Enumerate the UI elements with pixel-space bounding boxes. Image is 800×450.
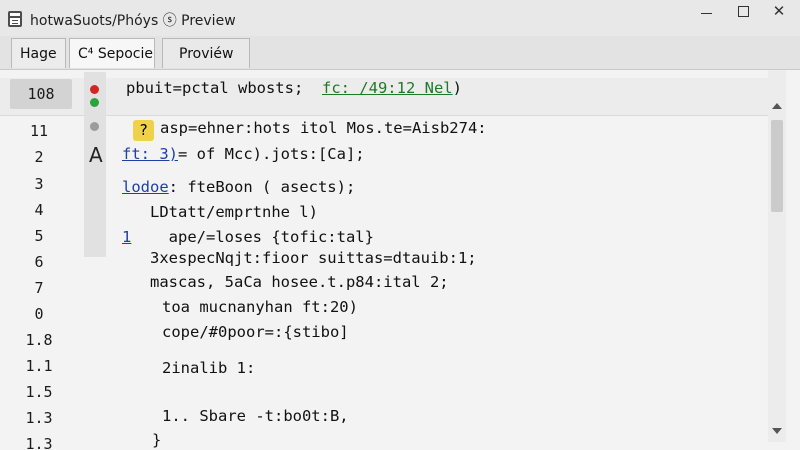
current-line-number: 108 [10,79,72,109]
line-number: 1.1 [25,357,53,375]
current-line-code[interactable]: pbuit=pctal wbosts; fc: /49:12 Nel) [126,79,462,97]
tab-sepocie[interactable]: C⁴ Sepocie [69,38,155,68]
idle-dot-icon[interactable] [90,122,99,131]
code-line[interactable]: ft: 3)= of Mcc).jots:[Ca]; [122,145,365,163]
code-line[interactable]: toa mucnanyhan ft:20) [162,298,358,316]
tab-preview[interactable]: Proviéw [162,38,250,68]
code-line[interactable]: lodoe: fteBoon ( asects); [122,178,355,196]
scroll-up-icon[interactable] [772,103,782,109]
fold-marker-icon[interactable]: A [89,143,103,167]
code-token: ape/=loses {tofic:tal} [168,228,374,246]
line-number: 0 [34,305,44,323]
code-line[interactable]: 1.. Sbare -t:bo0t:B, [162,407,349,425]
line-number: 4 [34,201,44,219]
tab-bar: Hage C⁴ Sepocie Proviéw [0,36,800,70]
warning-marker-icon[interactable]: ? [133,120,154,141]
code-line[interactable]: asp=ehner:hots itol Mos.te=Aisb274: [160,119,487,137]
maximize-icon [737,5,749,17]
code-line[interactable]: mascas, 5aCa hosee.t.p84:ital 2; [150,273,449,291]
minimize-button[interactable] [689,0,723,22]
line-number: 1.3 [25,409,53,427]
vertical-scrollbar[interactable] [768,70,786,442]
window-title: hotwaSuots/Phóys ⓢ Preview [30,13,236,29]
ok-dot-icon[interactable] [90,98,99,107]
current-line-comment: fc: /49:12 Nel [321,79,453,97]
error-dot-icon[interactable] [90,85,99,94]
maximize-button[interactable] [726,0,760,22]
code-token: 1 [122,228,132,246]
close-icon: ✕ [772,2,786,20]
line-number: 1.3 [25,435,53,450]
line-number: 7 [34,279,44,297]
code-line[interactable]: 2inalib 1: [162,359,255,377]
scrollbar-thumb[interactable] [771,120,783,212]
code-token: lodoe [122,178,169,196]
tab-hage[interactable]: Hage [11,38,66,68]
minimize-icon [700,12,712,14]
code-line[interactable]: 1 ape/=loses {tofic:tal} [122,228,374,246]
title-bar: hotwaSuots/Phóys ⓢ Preview ✕ [0,0,800,36]
code-line[interactable]: cope/#0poor=:{stibo] [162,323,349,341]
code-line[interactable]: 3xespecNqjt:fioor suittas=dtauib:1; [150,249,477,267]
code-line[interactable]: LDtatt/emprtnhe l) [150,203,318,221]
line-number: 2 [34,148,44,166]
code-token: ft: 3) [122,145,178,163]
code-line[interactable]: } [152,431,161,449]
close-button[interactable]: ✕ [762,0,796,22]
line-number: 6 [34,253,44,271]
line-number: 3 [34,175,44,193]
code-token: = of Mcc).jots:[Ca]; [178,145,365,163]
line-number: 1.5 [25,383,53,401]
line-number: 1.8 [25,331,53,349]
scroll-down-icon[interactable] [772,428,782,434]
line-number: 5 [34,227,44,245]
line-number: 11 [29,122,49,140]
current-line-text: pbuit=pctal wbosts; [126,79,304,97]
document-window-icon [8,11,22,27]
code-token: : fteBoon ( asects); [168,178,356,196]
